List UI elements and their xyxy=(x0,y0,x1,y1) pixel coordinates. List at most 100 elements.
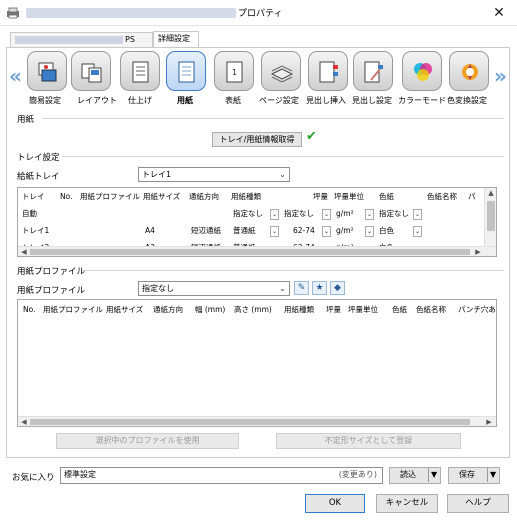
paper-icon xyxy=(178,61,195,83)
chevron-down-icon[interactable]: ⌄ xyxy=(365,226,374,237)
scroll-right-icon[interactable]: ▶ xyxy=(473,248,483,256)
get-tray-info-button[interactable]: トレイ/用紙情報取得 xyxy=(212,132,302,147)
toolbar-label-quick: 簡易設定 xyxy=(29,96,61,105)
toolbar-label-paper: 用紙 xyxy=(177,96,193,105)
tray-row-1-direction: 短辺通紙 xyxy=(191,226,221,235)
paper-profile-group-label: 用紙プロファイル xyxy=(17,267,86,277)
star-icon[interactable]: ★ xyxy=(312,281,327,295)
quick-settings-icon xyxy=(38,62,57,82)
scroll-up-icon[interactable]: ▲ xyxy=(486,189,496,197)
tray-row-1-color: 白色 xyxy=(379,226,394,235)
tray-row-auto-unit: g/m² xyxy=(336,209,354,218)
favorites-label: お気に入り xyxy=(12,473,55,483)
tray-row-1-size: A4 xyxy=(145,226,155,235)
tray-row-auto-tray: 自動 xyxy=(22,209,37,218)
tray-table-hscroll[interactable]: ◀ ▶ xyxy=(18,246,496,256)
scroll-thumb[interactable] xyxy=(30,249,470,255)
tab-advanced[interactable]: 詳細設定 xyxy=(153,31,199,47)
tray-row-1-weight: 62-74 xyxy=(293,226,315,235)
finishing-icon xyxy=(132,61,149,83)
feed-tray-label: 給紙トレイ xyxy=(17,172,60,182)
profile-col-type: 用紙種類 xyxy=(284,305,314,314)
profile-table-hscroll[interactable]: ◀ ▶ xyxy=(18,416,496,426)
tray-col-direction: 通紙方向 xyxy=(189,192,219,201)
chevron-down-icon[interactable]: ⌄ xyxy=(322,226,331,237)
profile-col-profile: 用紙プロファイル xyxy=(43,305,103,314)
toolbar-label-tab-settings: 見出し設定 xyxy=(352,96,392,105)
scroll-thumb[interactable] xyxy=(30,419,470,425)
scroll-right-icon[interactable]: ▶ xyxy=(484,418,494,426)
toolbar-finishing[interactable] xyxy=(120,51,160,91)
chevron-down-icon: ⌄ xyxy=(279,170,286,179)
load-button-label: 読込 xyxy=(400,470,416,479)
tray-col-size: 用紙サイズ xyxy=(143,192,181,201)
scroll-left-icon[interactable]: ◀ xyxy=(19,418,29,426)
paper-profile-select[interactable]: 指定なし ⌄ xyxy=(138,281,290,296)
toolbar-color-conversion[interactable] xyxy=(449,51,489,91)
chevron-down-icon[interactable]: ▼ xyxy=(487,468,496,482)
tray-settings-divider xyxy=(62,156,504,157)
toolbar-label-page-settings: ページ設定 xyxy=(259,96,299,105)
tray-row-1-unit: g/m² xyxy=(336,226,354,235)
chevron-down-icon[interactable]: ⌄ xyxy=(270,226,279,237)
chevron-down-icon[interactable]: ⌄ xyxy=(413,209,422,220)
tray-col-type: 用紙種類 xyxy=(231,192,261,201)
scroll-thumb[interactable] xyxy=(487,201,495,231)
tray-table: トレイ No. 用紙プロファイル 用紙サイズ 通紙方向 用紙種類 坪量 坪量単位… xyxy=(17,187,497,257)
paper-profile-label: 用紙プロファイル xyxy=(17,286,86,296)
chevron-down-icon[interactable]: ⌄ xyxy=(413,226,422,237)
toolbar-paper[interactable] xyxy=(166,51,206,91)
tray-settings-label: トレイ設定 xyxy=(17,153,60,163)
paper-group-label: 用紙 xyxy=(17,115,35,125)
tray-col-unit: 坪量単位 xyxy=(334,192,364,201)
toolbar-label-layout: レイアウト xyxy=(77,96,117,105)
tray-col-color: 色紙 xyxy=(379,192,394,201)
toolbar-color-mode[interactable] xyxy=(402,51,442,91)
chevron-down-icon[interactable]: ⌄ xyxy=(322,209,331,220)
tab-insert-icon xyxy=(319,61,338,83)
profile-col-unit: 坪量単位 xyxy=(348,305,378,314)
chevron-down-icon[interactable]: ⌄ xyxy=(270,209,279,220)
toolbar-tab-settings[interactable] xyxy=(353,51,393,91)
toolbar-quick-settings[interactable] xyxy=(27,51,67,91)
ok-button[interactable]: OK xyxy=(305,494,365,513)
toolbar-prev-icon[interactable]: « xyxy=(9,64,22,88)
tray-col-punch: パ xyxy=(468,192,476,201)
checkmark-icon: ✔ xyxy=(306,129,317,144)
tab-settings-icon xyxy=(364,61,383,83)
edit-profile-icon[interactable]: ✎ xyxy=(294,281,309,295)
tab-ps[interactable]: PS xyxy=(10,32,153,47)
help-button[interactable]: ヘルプ xyxy=(447,494,509,513)
paper-profile-divider xyxy=(82,270,504,271)
save-button[interactable]: 保存 ▼ xyxy=(448,467,500,484)
favorites-field[interactable]: 標準設定 (変更あり) xyxy=(60,467,383,484)
feed-tray-select[interactable]: トレイ1 ⌄ xyxy=(138,167,290,182)
toolbar-next-icon[interactable]: » xyxy=(494,64,507,88)
printer-name-blurred xyxy=(26,8,236,18)
chevron-down-icon: ⌄ xyxy=(279,284,286,293)
svg-text:1: 1 xyxy=(232,68,237,77)
load-button[interactable]: 読込 ▼ xyxy=(389,467,441,484)
tray-table-vscroll[interactable]: ▲ xyxy=(484,188,496,246)
cancel-button[interactable]: キャンセル xyxy=(376,494,438,513)
tag-icon[interactable]: ◆ xyxy=(330,281,345,295)
toolbar-page-settings[interactable] xyxy=(261,51,301,91)
color-mode-icon xyxy=(414,63,432,81)
chevron-down-icon[interactable]: ⌄ xyxy=(365,209,374,220)
profile-col-punch: パンチ穴あ xyxy=(458,305,496,314)
toolbar-cover[interactable]: 1 xyxy=(214,51,254,91)
profile-col-weight: 坪量 xyxy=(326,305,341,314)
window-title: プロパティ xyxy=(238,9,283,19)
paper-group-divider xyxy=(42,118,504,119)
scroll-left-icon[interactable]: ◀ xyxy=(19,248,29,256)
toolbar-tab-insert[interactable] xyxy=(308,51,348,91)
use-selected-profile-button[interactable]: 選択中のプロファイルを使用 xyxy=(56,433,239,449)
tab-name-blurred xyxy=(15,35,123,44)
chevron-down-icon[interactable]: ▼ xyxy=(428,468,437,482)
close-window-button[interactable]: ✕ xyxy=(488,3,510,23)
toolbar-layout[interactable] xyxy=(71,51,111,91)
register-custom-size-button[interactable]: 不定形サイズとして登録 xyxy=(276,433,461,449)
profile-table: No. 用紙プロファイル 用紙サイズ 通紙方向 幅 (mm) 高さ (mm) 用… xyxy=(17,299,497,427)
tab-advanced-label: 詳細設定 xyxy=(158,34,190,43)
layout-icon xyxy=(81,63,102,83)
